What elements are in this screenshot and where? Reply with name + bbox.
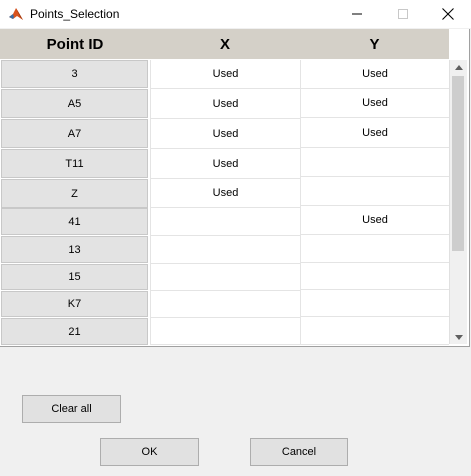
row-header[interactable]: A5 [1, 89, 148, 118]
cell-y[interactable]: Used [300, 206, 449, 235]
chevron-down-icon [454, 334, 463, 340]
row-header[interactable]: 21 [1, 318, 148, 345]
cell-y[interactable] [300, 177, 449, 206]
cell-y[interactable] [300, 263, 449, 290]
scroll-up-button[interactable] [450, 60, 467, 74]
clear-all-button[interactable]: Clear all [22, 395, 121, 423]
row-header[interactable]: K7 [1, 291, 148, 317]
cell-x[interactable]: Used [150, 89, 300, 119]
header-point-id[interactable]: Point ID [0, 29, 150, 59]
row-header[interactable]: Z [1, 179, 148, 208]
minimize-button[interactable] [334, 0, 380, 28]
points-table: Point ID X Y 3 Used Used A5 Used Used A7 Used Us… [0, 29, 470, 347]
cell-y[interactable] [300, 290, 449, 317]
row-header[interactable]: 41 [1, 208, 148, 235]
ok-button[interactable]: OK [100, 438, 199, 466]
cell-x[interactable]: Used [150, 119, 300, 149]
close-button[interactable] [425, 0, 471, 28]
cell-y[interactable] [300, 317, 449, 345]
cell-x[interactable] [150, 291, 300, 318]
row-header[interactable]: T11 [1, 149, 148, 178]
matlab-icon [8, 6, 24, 22]
scrollbar-thumb[interactable] [452, 76, 464, 251]
cell-x[interactable] [150, 236, 300, 264]
cell-y[interactable]: Used [300, 60, 449, 89]
window-title: Points_Selection [30, 7, 120, 21]
cell-y[interactable] [300, 148, 449, 177]
row-header[interactable]: 3 [1, 60, 148, 88]
maximize-icon [398, 9, 408, 19]
row-header[interactable]: A7 [1, 119, 148, 148]
maximize-button[interactable] [380, 0, 426, 28]
cell-x[interactable] [150, 318, 300, 345]
close-icon [442, 8, 454, 20]
cell-x[interactable]: Used [150, 60, 300, 89]
vertical-scrollbar[interactable] [449, 60, 467, 344]
cell-x[interactable]: Used [150, 179, 300, 208]
table-header: Point ID X Y [0, 29, 449, 59]
row-header[interactable]: 13 [1, 236, 148, 263]
cell-y[interactable] [300, 235, 449, 263]
scroll-down-button[interactable] [450, 330, 467, 344]
header-y[interactable]: Y [300, 29, 449, 59]
cell-x[interactable] [150, 208, 300, 236]
cell-y[interactable]: Used [300, 89, 449, 118]
chevron-up-icon [454, 64, 463, 70]
minimize-icon [352, 13, 362, 15]
table-body: 3 Used Used A5 Used Used A7 Used Used T11 Used Z Use… [0, 60, 449, 346]
cancel-button[interactable]: Cancel [250, 438, 348, 466]
points-selection-window: Points_Selection Point ID X Y 3 Used Used A… [0, 0, 471, 476]
row-header[interactable]: 15 [1, 264, 148, 290]
cell-y[interactable]: Used [300, 118, 449, 148]
header-x[interactable]: X [150, 29, 300, 59]
cell-x[interactable] [150, 264, 300, 291]
cell-x[interactable]: Used [150, 149, 300, 179]
title-bar: Points_Selection [0, 0, 471, 28]
